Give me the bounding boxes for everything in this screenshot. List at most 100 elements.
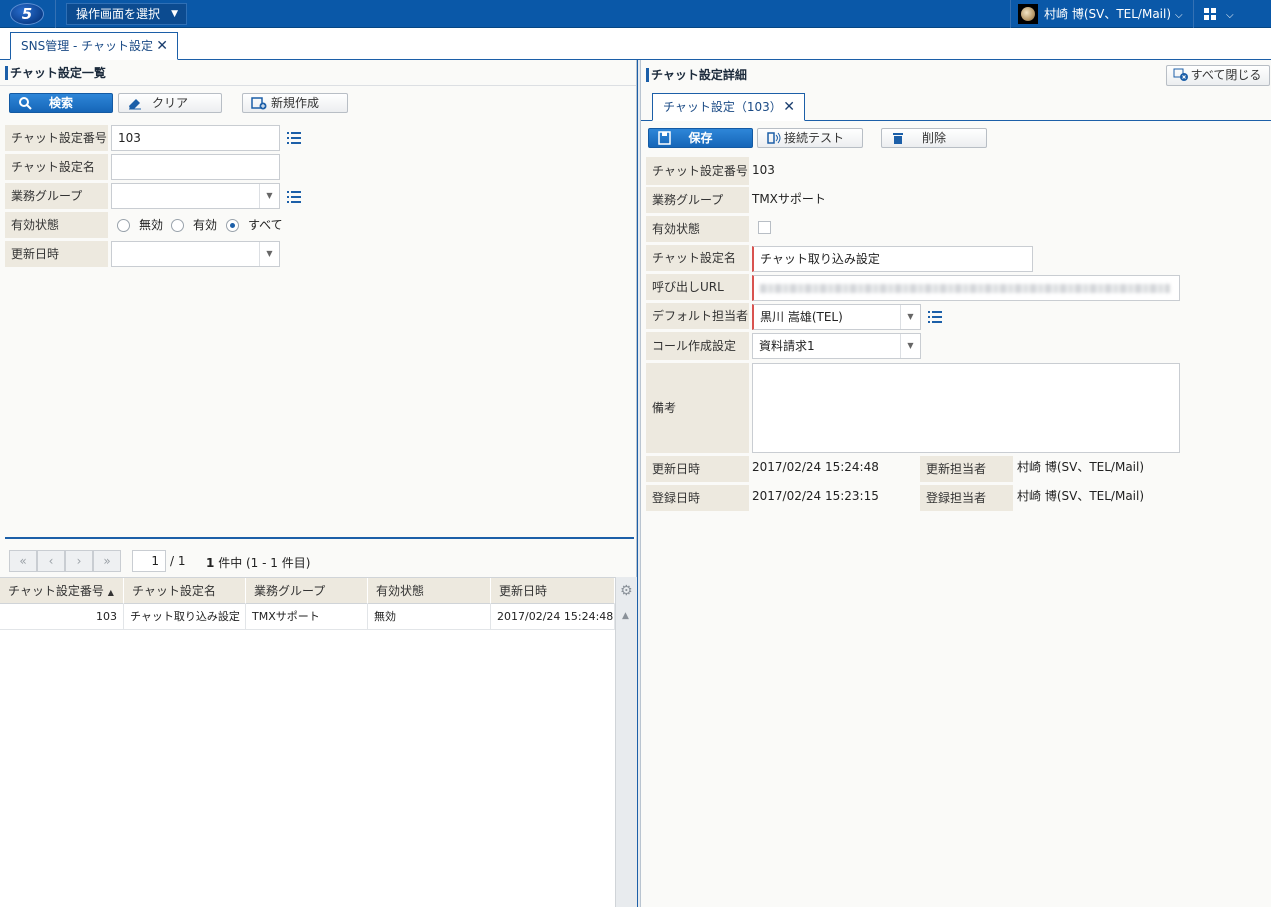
detail-created-by-value: 村崎 博(SV、TEL/Mail) — [1017, 489, 1145, 503]
detail-created-at-label: 登録日時 — [646, 485, 749, 511]
caret-down-icon: ▼ — [259, 242, 279, 266]
status-radio-enabled[interactable] — [171, 219, 184, 232]
tab-sns-chat-settings[interactable]: SNS管理 - チャット設定 ✕ — [10, 32, 178, 60]
save-button-label: 保存 — [688, 131, 713, 145]
new-button-label: 新規作成 — [270, 96, 319, 110]
call-url-input[interactable] — [752, 275, 1180, 301]
user-menu[interactable]: 村崎 博(SV、TEL/Mail) ⌵ — [1018, 3, 1183, 25]
detail-url-label: 呼び出しURL — [646, 274, 749, 300]
detail-created-at-value: 2017/02/24 15:23:15 — [752, 489, 879, 503]
detail-panel: チャット設定詳細 すべて閉じる チャット設定（103） ✕ 保存 接続テスト 削… — [641, 60, 1271, 907]
delete-button[interactable]: 削除 — [881, 128, 987, 148]
default-person-value: 黒川 嵩雄(TEL) — [760, 310, 843, 324]
detail-status-label: 有効状態 — [646, 216, 749, 242]
apps-menu[interactable]: ⌵ — [1204, 3, 1234, 25]
record-count-text: 件中 (1 - 1 件目) — [218, 556, 311, 570]
detail-group-value: TMXサポート — [752, 192, 826, 206]
prev-page-button[interactable]: ‹ — [37, 550, 65, 572]
status-radio-disabled[interactable] — [117, 219, 130, 232]
tab-chat-setting-103[interactable]: チャット設定（103） ✕ — [652, 93, 805, 121]
detail-group-label: 業務グループ — [646, 187, 749, 213]
status-radio-enabled-label: 有効 — [193, 218, 218, 232]
table-scrollbar[interactable]: ⚙ ▲ — [615, 577, 637, 907]
status-radio-all-label: すべて — [248, 218, 283, 232]
detail-number-label: チャット設定番号 — [646, 157, 749, 185]
detail-updated-by-value: 村崎 博(SV、TEL/Mail) — [1017, 460, 1145, 474]
delete-button-label: 削除 — [921, 131, 946, 145]
scroll-up-icon[interactable]: ▲ — [622, 611, 629, 621]
user-name: 村崎 博(SV、TEL/Mail) — [1044, 7, 1172, 21]
results-table: チャット設定番号 ▲ チャット設定名 業務グループ 有効状態 更新日時 103 … — [0, 577, 615, 907]
column-header-number[interactable]: チャット設定番号 ▲ — [0, 578, 124, 604]
column-header-group[interactable]: 業務グループ — [246, 578, 368, 604]
table-cell[interactable]: チャット取り込み設定 — [124, 604, 246, 630]
detail-call-creation-label: コール作成設定 — [646, 332, 749, 360]
tab-label: SNS管理 - チャット設定 — [21, 39, 154, 53]
status-checkbox[interactable] — [758, 221, 771, 234]
business-group-select[interactable]: ▼ — [111, 183, 280, 209]
column-header-updated[interactable]: 更新日時 — [491, 578, 615, 604]
tab-label: チャット設定（103） — [663, 100, 782, 114]
chat-setting-number-input[interactable]: 103 — [111, 125, 280, 151]
connection-icon — [767, 132, 781, 144]
detail-default-person-label: デフォルト担当者 — [646, 303, 749, 329]
list-panel: チャット設定一覧 検索 クリア 新規作成 チャット設定番号 103 チャット設定… — [0, 60, 637, 907]
status-label: 有効状態 — [5, 212, 108, 238]
save-button[interactable]: 保存 — [648, 128, 753, 148]
detail-number-value: 103 — [752, 163, 775, 177]
record-count: 1 件中 (1 - 1 件目) — [206, 554, 310, 571]
table-cell[interactable]: 無効 — [368, 604, 491, 630]
screen-select-dropdown[interactable]: 操作画面を選択 ▼ — [66, 3, 187, 25]
list-icon[interactable] — [287, 132, 301, 144]
chevron-down-icon: ⌵ — [1175, 10, 1183, 21]
new-document-icon — [251, 97, 267, 110]
divider — [55, 0, 56, 28]
pane-divider[interactable] — [5, 537, 634, 539]
list-icon[interactable] — [928, 311, 942, 323]
avatar — [1018, 3, 1038, 24]
column-header-status[interactable]: 有効状態 — [368, 578, 491, 604]
table-cell[interactable]: 2017/02/24 15:24:48 — [491, 604, 615, 630]
record-count-number: 1 — [206, 556, 215, 570]
notes-textarea[interactable] — [752, 363, 1180, 453]
close-icon[interactable]: ✕ — [783, 94, 795, 120]
table-cell[interactable]: 103 — [0, 604, 124, 630]
search-button[interactable]: 検索 — [9, 93, 113, 113]
page-number-input[interactable]: 1 — [132, 550, 166, 572]
last-page-button[interactable]: » — [93, 550, 121, 572]
status-radio-all[interactable] — [226, 219, 239, 232]
gear-icon[interactable]: ⚙ — [620, 583, 633, 599]
close-all-icon — [1173, 68, 1188, 81]
next-page-button[interactable]: › — [65, 550, 93, 572]
first-page-button[interactable]: « — [9, 550, 37, 572]
call-creation-select[interactable]: 資料請求1 ▼ — [752, 333, 921, 359]
caret-down-icon: ▼ — [900, 334, 920, 358]
close-icon[interactable]: ✕ — [156, 33, 168, 59]
chat-setting-name-input[interactable] — [111, 154, 280, 180]
list-icon[interactable] — [287, 191, 301, 203]
detail-created-by-label: 登録担当者 — [920, 485, 1013, 511]
trash-icon — [893, 133, 903, 144]
connection-test-button[interactable]: 接続テスト — [757, 128, 863, 148]
table-cell[interactable]: TMXサポート — [246, 604, 368, 630]
column-header-name[interactable]: チャット設定名 — [124, 578, 246, 604]
default-person-select[interactable]: 黒川 嵩雄(TEL) ▼ — [752, 304, 921, 330]
blurred-url — [760, 284, 1170, 293]
chat-setting-name-label: チャット設定名 — [5, 154, 108, 180]
updated-at-select[interactable]: ▼ — [111, 241, 280, 267]
close-all-button[interactable]: すべて閉じる — [1166, 65, 1270, 86]
page-total: / 1 — [170, 554, 186, 568]
detail-name-input[interactable]: チャット取り込み設定 — [752, 246, 1033, 272]
detail-updated-at-label: 更新日時 — [646, 456, 749, 482]
clear-button-label: クリア — [151, 96, 188, 110]
chevron-down-icon: ⌵ — [1226, 10, 1234, 21]
clear-button[interactable]: クリア — [118, 93, 222, 113]
detail-notes-label: 備考 — [646, 363, 749, 453]
updated-at-label: 更新日時 — [5, 241, 108, 267]
sort-asc-icon: ▲ — [107, 588, 114, 597]
new-button[interactable]: 新規作成 — [242, 93, 348, 113]
save-icon — [658, 131, 671, 145]
chat-setting-number-label: チャット設定番号 — [5, 125, 108, 151]
detail-tab-strip: チャット設定（103） ✕ — [641, 91, 1271, 121]
status-radio-disabled-label: 無効 — [139, 218, 164, 232]
